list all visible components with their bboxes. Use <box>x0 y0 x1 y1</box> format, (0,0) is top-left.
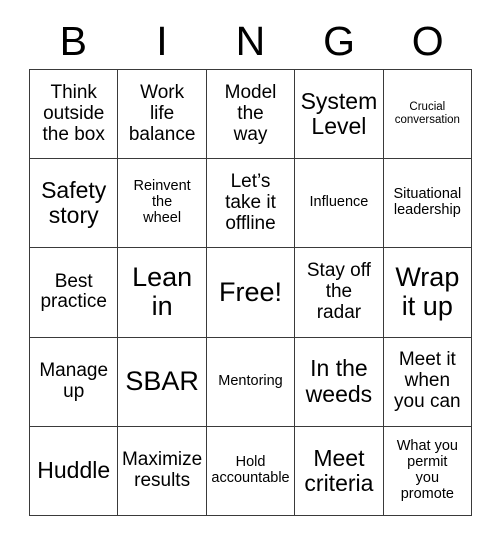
bingo-cell-label: Manage up <box>39 359 109 402</box>
bingo-cell-label: Meet criteria <box>304 444 374 496</box>
bingo-row: Manage up SBAR Mentoring In the weeds Meet i… <box>30 337 473 427</box>
bingo-cell-r4-c5[interactable]: Meet it when you can <box>383 337 473 427</box>
bingo-row: Think outside the box Work life balance Mo… <box>30 70 473 160</box>
bingo-cell-label: What you permit you promote <box>396 437 458 502</box>
bingo-header-letter-g: G <box>323 17 356 64</box>
bingo-cell-r3-c2[interactable]: Lean in <box>118 248 207 338</box>
bingo-cell-label: In the weeds <box>305 355 373 407</box>
bingo-cell-r2-c4[interactable]: Influence <box>295 159 384 249</box>
bingo-cell-label: System Level <box>300 87 378 140</box>
bingo-cell-label: Hold accountable <box>211 453 290 486</box>
bingo-cell-r1-c3[interactable]: Model the way <box>206 70 296 160</box>
bingo-grid: Think outside the box Work life balance Mo… <box>29 69 473 516</box>
bingo-cell-r1-c5[interactable]: Crucial conversation <box>383 70 473 160</box>
bingo-cell-r5-c4[interactable]: Meet criteria <box>295 426 384 516</box>
bingo-cell-label: Meet it when you can <box>394 349 461 413</box>
bingo-row: Huddle Maximize results Hold accountable Me… <box>30 426 473 516</box>
bingo-cell-label: Let’s take it offline <box>225 170 276 234</box>
bingo-cell-label: Lean in <box>132 261 193 322</box>
bingo-cell-r2-c2[interactable]: Reinvent the wheel <box>118 159 207 249</box>
bingo-cell-label: Model the way <box>224 81 277 145</box>
bingo-row: Best practice Lean in Free! Stay off the ra… <box>30 248 473 338</box>
bingo-header-letter-i: I <box>156 17 168 64</box>
bingo-cell-label: Huddle <box>37 457 111 484</box>
bingo-cell-label: Free! <box>219 276 283 307</box>
bingo-cell-r1-c1[interactable]: Think outside the box <box>30 70 119 160</box>
bingo-cell-r2-c3[interactable]: Let’s take it offline <box>206 159 296 249</box>
bingo-cell-label: Maximize results <box>121 448 203 491</box>
bingo-cell-r2-c1[interactable]: Safety story <box>30 159 119 249</box>
bingo-header-letter-n: N <box>235 17 266 64</box>
bingo-cell-r3-c4[interactable]: Stay off the radar <box>295 248 384 338</box>
bingo-header-letter-b: B <box>59 17 87 64</box>
bingo-cell-label: Mentoring <box>218 372 283 389</box>
bingo-cell-r4-c4[interactable]: In the weeds <box>295 337 384 427</box>
bingo-cell-label: Think outside the box <box>42 81 105 145</box>
bingo-cell-r5-c1[interactable]: Huddle <box>30 426 119 516</box>
bingo-cell-r3-c5[interactable]: Wrap it up <box>383 248 473 338</box>
bingo-cell-label: Reinvent the wheel <box>133 178 191 227</box>
bingo-cell-r1-c2[interactable]: Work life balance <box>118 70 207 160</box>
bingo-cell-r2-c5[interactable]: Situational leadership <box>383 159 473 249</box>
bingo-cell-label: Safety story <box>41 176 107 229</box>
bingo-cell-r5-c5[interactable]: What you permit you promote <box>383 426 473 516</box>
bingo-cell-label: Situational leadership <box>393 186 462 219</box>
bingo-cell-r3-c3[interactable]: Free! <box>206 248 296 338</box>
bingo-cell-label: SBAR <box>125 365 199 396</box>
bingo-cell-label: Crucial conversation <box>394 101 460 127</box>
bingo-cell-label: Best practice <box>40 270 107 313</box>
bingo-header: BINGO <box>29 13 472 69</box>
bingo-cell-r5-c2[interactable]: Maximize results <box>118 426 207 516</box>
bingo-cell-r3-c1[interactable]: Best practice <box>30 248 119 338</box>
bingo-cell-r5-c3[interactable]: Hold accountable <box>206 426 296 516</box>
bingo-cell-r4-c1[interactable]: Manage up <box>30 337 119 427</box>
bingo-card: B I N G O Think outside the box Work life bal… <box>29 13 473 516</box>
bingo-cell-r4-c2[interactable]: SBAR <box>118 337 207 427</box>
bingo-row: Safety story Reinvent the wheel Let’s take… <box>30 159 473 249</box>
bingo-cell-r4-c3[interactable]: Mentoring <box>206 337 296 427</box>
bingo-cell-label: Work life balance <box>128 81 196 145</box>
bingo-cell-label: Influence <box>309 194 369 211</box>
bingo-cell-label: Wrap it up <box>395 261 460 322</box>
bingo-cell-r1-c4[interactable]: System Level <box>295 70 384 160</box>
bingo-header-letter-o: O <box>411 17 444 64</box>
bingo-cell-label: Stay off the radar <box>306 260 371 323</box>
